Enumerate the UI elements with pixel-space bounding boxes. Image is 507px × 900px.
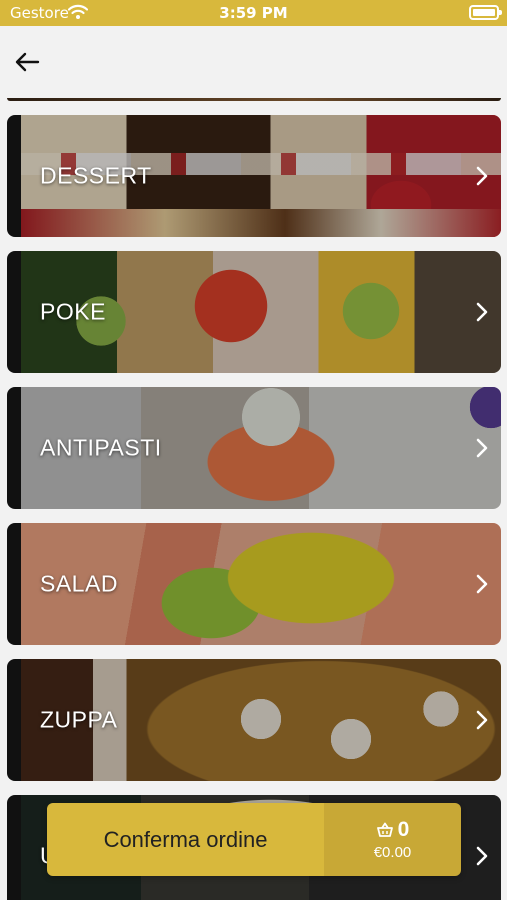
arrow-left-icon <box>15 52 40 72</box>
category-label: ANTIPASTI <box>40 434 162 461</box>
chevron-right-icon <box>476 846 488 866</box>
back-button[interactable] <box>10 46 46 78</box>
status-bar: Gestore 3:59 PM <box>0 0 507 26</box>
category-label: POKE <box>40 298 106 325</box>
chevron-right-icon <box>476 438 488 458</box>
category-label: ZUPPA <box>40 706 118 733</box>
category-card-antipasti[interactable]: ANTIPASTI <box>7 387 501 509</box>
chevron-right-icon <box>476 302 488 322</box>
order-bar: Conferma ordine 0 €0.00 <box>47 803 461 876</box>
category-list[interactable]: DESSERT POKE ANTIPASTI SALAD ZUPPA U <box>0 98 507 900</box>
category-label: DESSERT <box>40 162 152 189</box>
category-card-dessert[interactable]: DESSERT <box>7 115 501 237</box>
previous-card-edge <box>7 98 501 101</box>
category-card-salad[interactable]: SALAD <box>7 523 501 645</box>
cart-count: 0 <box>397 818 410 841</box>
status-time: 3:59 PM <box>219 4 288 22</box>
cart-summary[interactable]: 0 €0.00 <box>324 803 461 876</box>
category-card-poke[interactable]: POKE <box>7 251 501 373</box>
basket-icon <box>376 822 393 837</box>
cart-total: €0.00 <box>373 844 412 861</box>
category-card-zuppa[interactable]: ZUPPA <box>7 659 501 781</box>
chevron-right-icon <box>476 710 488 730</box>
category-label: SALAD <box>40 570 118 597</box>
chevron-right-icon <box>476 166 488 186</box>
navigation-bar <box>0 26 507 98</box>
confirm-order-button[interactable]: Conferma ordine <box>47 803 324 876</box>
chevron-right-icon <box>476 574 488 594</box>
battery-icon <box>469 5 502 20</box>
